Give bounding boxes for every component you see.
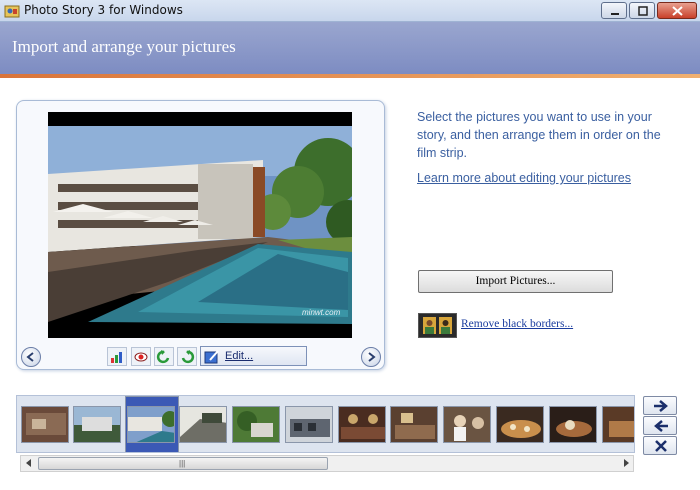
rotate-left-button[interactable] (154, 347, 174, 366)
chevron-left-icon (26, 352, 34, 362)
rotate-left-icon (156, 350, 170, 364)
rotate-right-button[interactable] (177, 347, 197, 366)
move-left-button[interactable] (643, 416, 677, 435)
title-bar: Photo Story 3 for Windows (0, 0, 700, 22)
scroll-right-arrow-icon[interactable] (624, 459, 629, 467)
delete-icon (655, 440, 667, 452)
film-thumbnail-4[interactable] (179, 406, 227, 443)
close-button[interactable] (657, 2, 697, 19)
rotate-right-icon (181, 350, 195, 364)
page-header: Import and arrange your pictures (0, 22, 700, 74)
film-strip[interactable] (16, 395, 635, 453)
minimize-button[interactable] (601, 2, 627, 19)
import-pictures-button[interactable]: Import Pictures... (418, 270, 613, 293)
watermark: minwt.com (302, 308, 341, 317)
next-picture-button[interactable] (361, 347, 381, 367)
preview-image: minwt.com (48, 112, 352, 338)
learn-more-link[interactable]: Learn more about editing your pictures (417, 171, 631, 185)
scroll-left-arrow-icon[interactable] (26, 459, 31, 467)
close-icon (672, 6, 683, 16)
move-right-icon (654, 400, 668, 412)
header-accent-stripe (0, 74, 700, 78)
film-thumbnail-12[interactable] (602, 406, 634, 443)
scrollbar-thumb[interactable]: ||| (38, 457, 328, 470)
edit-button[interactable]: Edit... (200, 346, 307, 366)
film-thumbnail-9[interactable] (443, 406, 491, 443)
film-thumbnail-7[interactable] (338, 406, 386, 443)
photo-story-icon (4, 3, 20, 19)
move-right-button[interactable] (643, 396, 677, 415)
page-title: Import and arrange your pictures (12, 37, 236, 56)
film-thumbnail-1[interactable] (21, 406, 69, 443)
remove-black-borders-icon[interactable] (418, 313, 457, 338)
film-thumbnail-5[interactable] (232, 406, 280, 443)
instructions-text: Select the pictures you want to use in y… (417, 110, 661, 160)
film-thumbnail-3[interactable] (127, 406, 175, 443)
red-eye-button[interactable] (131, 347, 151, 366)
film-strip-scrollbar[interactable]: ||| (20, 455, 634, 472)
auto-correct-icon (111, 352, 122, 363)
red-eye-icon (134, 352, 148, 362)
film-thumbnail-2[interactable] (73, 406, 121, 443)
edit-icon (204, 350, 219, 364)
delete-button[interactable] (643, 436, 677, 455)
scrollbar-grip-icon: ||| (179, 459, 186, 468)
film-thumbnail-11[interactable] (549, 406, 597, 443)
chevron-right-icon (368, 352, 376, 362)
photo-story-window: Photo Story 3 for Windows Import and arr… (0, 0, 700, 490)
move-left-icon (654, 420, 668, 432)
maximize-button[interactable] (629, 2, 655, 19)
maximize-icon (638, 6, 648, 16)
auto-correct-button[interactable] (107, 347, 127, 366)
window-title: Photo Story 3 for Windows (24, 3, 183, 17)
minimize-icon (611, 13, 619, 15)
import-pictures-label: Import Pictures... (475, 275, 556, 287)
film-thumbnail-10[interactable] (496, 406, 544, 443)
remove-black-borders-link[interactable]: Remove black borders... (461, 318, 573, 330)
edit-button-label: Edit... (225, 350, 254, 362)
film-thumbnail-8[interactable] (390, 406, 438, 443)
previous-picture-button[interactable] (21, 347, 41, 367)
film-thumbnail-6[interactable] (285, 406, 333, 443)
